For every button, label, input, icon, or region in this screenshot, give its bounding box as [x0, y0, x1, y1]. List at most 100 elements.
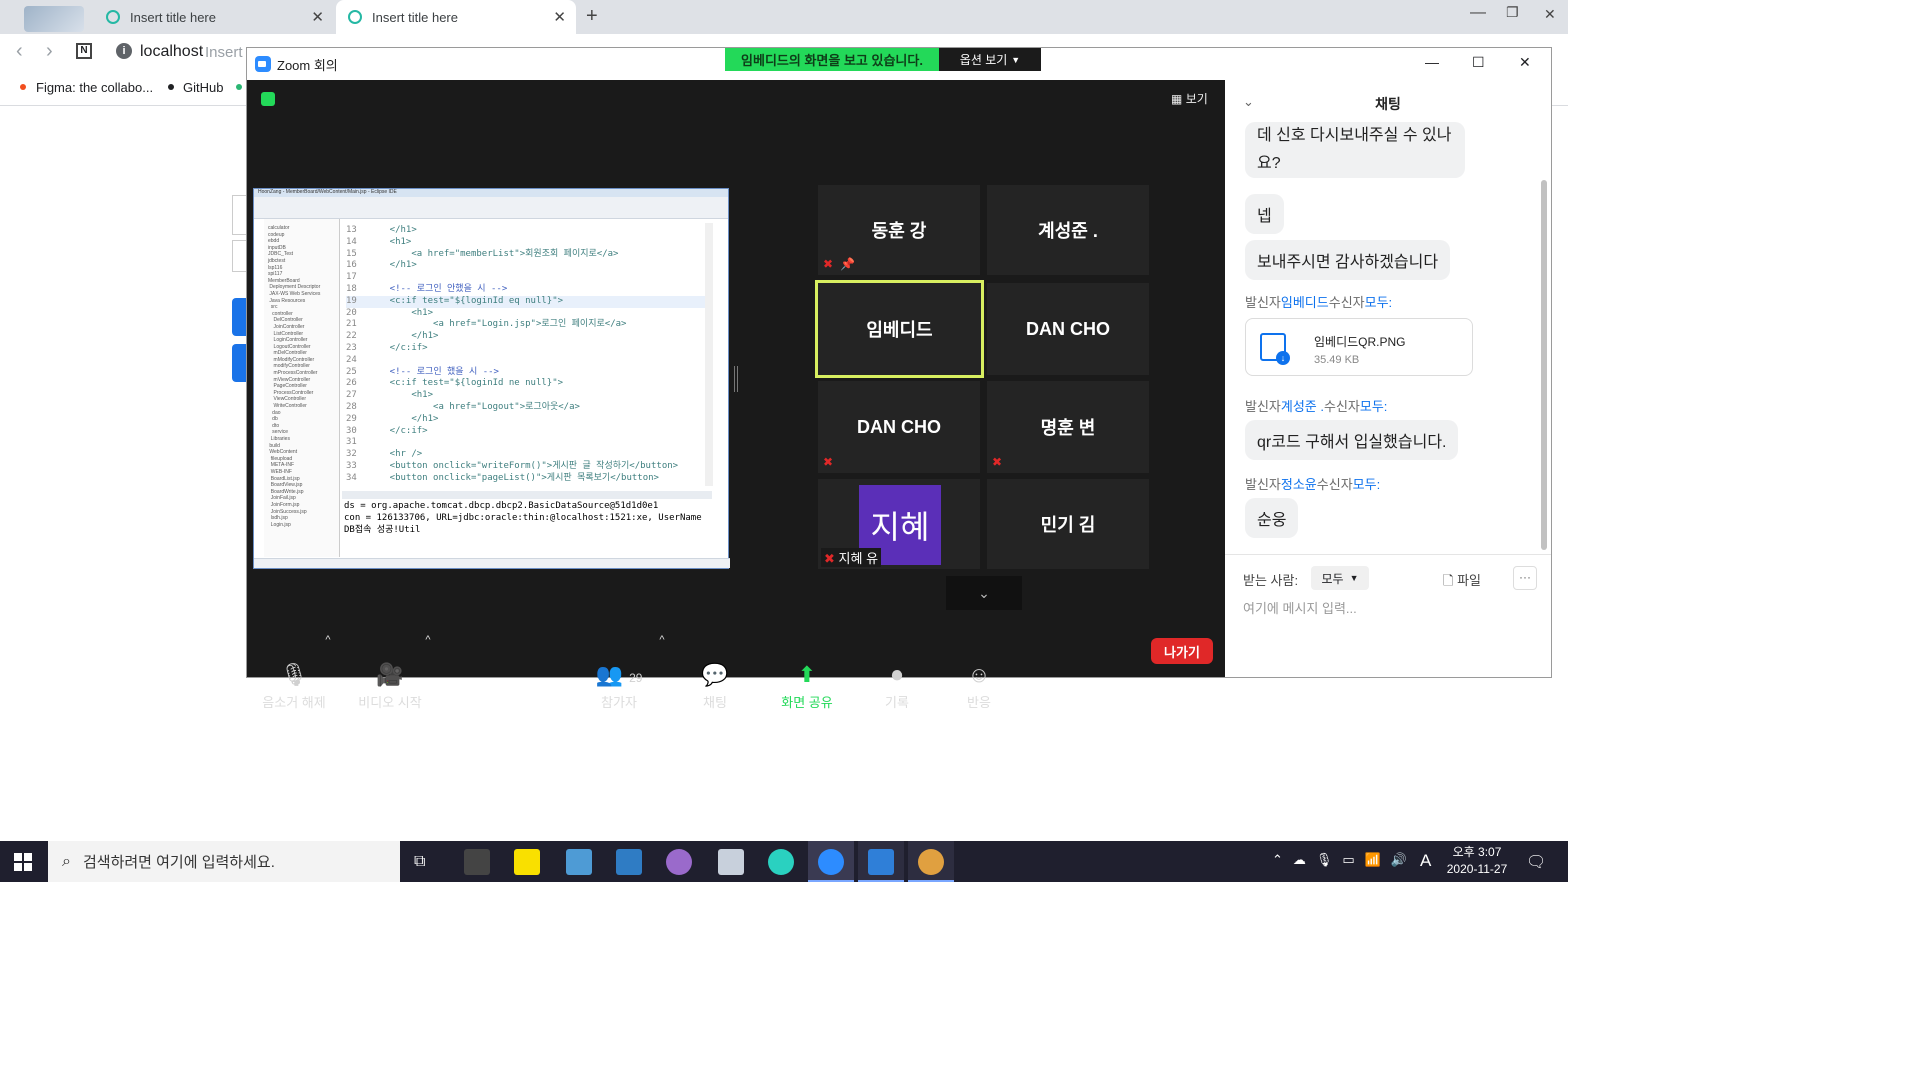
leave-button[interactable]: 나가기: [1151, 638, 1213, 664]
url-text[interactable]: localhost: [140, 43, 203, 61]
sender-name[interactable]: 정소윤: [1281, 477, 1317, 492]
view-options-button[interactable]: 옵션 보기 ▼: [939, 48, 1041, 71]
notion-icon[interactable]: N: [76, 43, 92, 59]
reactions-label: 반응: [967, 695, 991, 710]
file-button[interactable]: 🗋 파일: [1443, 570, 1481, 594]
record-button[interactable]: ⏺ 기록: [877, 662, 917, 711]
sender-prefix: 발신자: [1245, 295, 1281, 310]
taskbar-clock[interactable]: 오후 3:07 2020-11-27: [1440, 844, 1514, 878]
participants-options-caret[interactable]: ^: [655, 634, 669, 646]
eclipse-status-bar: [254, 558, 730, 568]
mic-muted-icon: 🎙: [280, 662, 308, 687]
restore-icon[interactable]: ❐: [1506, 4, 1519, 21]
notifications-icon[interactable]: 🗨: [1526, 852, 1546, 872]
zoom-taskbar-button[interactable]: [808, 841, 854, 882]
share-screen-icon: ⬆: [797, 662, 817, 687]
unmute-button[interactable]: 🎙 음소거 해제: [261, 662, 327, 711]
info-icon[interactable]: i: [116, 43, 132, 59]
recipient-name[interactable]: 모두:: [1365, 295, 1393, 310]
search-icon: ⌕: [62, 852, 71, 870]
participant-tile[interactable]: 동훈 강 ✖ 📌: [818, 185, 980, 275]
participant-tile[interactable]: 지혜 ✖ 지혜 유: [818, 479, 980, 569]
code-line: 34 <button onclick="pageList()">게시판 목록보기…: [346, 473, 708, 485]
app-icon[interactable]: [616, 849, 642, 875]
browser-tab-strip: Insert title here ✕ Insert title here ✕ …: [0, 0, 1568, 34]
taskbar-search-box[interactable]: ⌕ 검색하려면 여기에 입력하세요.: [48, 841, 400, 882]
new-tab-icon[interactable]: +: [586, 5, 598, 28]
forward-icon[interactable]: ›: [46, 40, 53, 63]
chat-button[interactable]: 💬 채팅: [695, 662, 735, 711]
eclipse-editor: 13 </h1> 14 <h1> 15 <a href="memberList">회…: [342, 223, 712, 486]
ime-indicator[interactable]: A: [1420, 851, 1431, 871]
participants-button[interactable]: 👥 29 참가자: [589, 662, 649, 711]
app-icon[interactable]: [718, 849, 744, 875]
view-button[interactable]: ▦ 보기: [1171, 90, 1208, 107]
line-number: 19: [346, 295, 357, 306]
video-options-caret[interactable]: ^: [421, 634, 435, 646]
paint-icon[interactable]: [666, 849, 692, 875]
chat-scrollbar[interactable]: [1541, 180, 1547, 550]
reactions-button[interactable]: ☺ 반응: [959, 662, 999, 711]
line-number: 33: [346, 460, 357, 471]
photos-taskbar-button[interactable]: [858, 841, 904, 882]
windows-start-icon[interactable]: [14, 853, 32, 871]
tab-close-icon[interactable]: ✕: [553, 8, 566, 26]
line-number: 28: [346, 401, 357, 412]
minimize-icon[interactable]: —: [1470, 4, 1486, 22]
tab-1[interactable]: Insert title here ✕: [94, 0, 334, 34]
tab-close-icon[interactable]: ✕: [311, 8, 324, 26]
line-text: </c:if>: [368, 425, 428, 436]
taskbar-search-placeholder: 검색하려면 여기에 입력하세요.: [82, 854, 275, 871]
app-icon[interactable]: [566, 849, 592, 875]
close-icon[interactable]: ✕: [1544, 6, 1556, 23]
code-line: 27 <h1>: [346, 390, 708, 402]
back-icon[interactable]: ‹: [16, 40, 23, 63]
participant-tile[interactable]: 계성준 .: [987, 185, 1149, 275]
app-icon[interactable]: [768, 849, 794, 875]
recipient-name[interactable]: 모두:: [1360, 399, 1388, 414]
bookmark-github[interactable]: GitHub: [183, 80, 223, 95]
line-text: <c:if test="${loginId ne null}">: [368, 378, 564, 389]
sender-name[interactable]: 계성준 .: [1281, 399, 1324, 414]
line-number: 29: [346, 413, 357, 424]
participant-tile[interactable]: 민기 김: [987, 479, 1149, 569]
page-input-box: [232, 195, 246, 235]
participant-tile[interactable]: DAN CHO: [987, 283, 1149, 375]
bookmark-icon: [236, 84, 242, 90]
record-icon: ⏺: [891, 662, 903, 687]
encryption-shield-icon[interactable]: [261, 92, 275, 106]
zoom-close-icon[interactable]: ✕: [1519, 54, 1531, 71]
share-screen-button[interactable]: ⬆ 화면 공유: [777, 662, 837, 711]
kakaotalk-icon[interactable]: [514, 849, 540, 875]
send-to-dropdown[interactable]: 모두 ▼: [1311, 566, 1369, 590]
code-line: 20 <h1>: [346, 308, 708, 320]
code-line: 24: [346, 355, 708, 367]
bookmark-figma[interactable]: Figma: the collabo...: [36, 80, 153, 95]
system-tray-icons[interactable]: ⌃☁🎙▭📶🔊: [1272, 852, 1417, 868]
tab-2-active[interactable]: Insert title here ✕: [336, 0, 576, 34]
participant-tile-active-speaker[interactable]: 임베디드: [815, 280, 984, 378]
file-icon: 🗋: [1443, 573, 1454, 588]
more-options-icon[interactable]: ···: [1513, 566, 1537, 590]
start-video-button[interactable]: 🎥 비디오 시작: [357, 662, 423, 711]
audio-options-caret[interactable]: ^: [321, 634, 335, 646]
recipient-name[interactable]: 모두:: [1353, 477, 1381, 492]
zoom-minimize-icon[interactable]: —: [1425, 54, 1439, 70]
scroll-down-button[interactable]: ⌄: [946, 576, 1022, 610]
participant-tile[interactable]: 명훈 변 ✖: [987, 381, 1149, 473]
sender-name[interactable]: 임베디드: [1281, 295, 1329, 310]
task-view-icon[interactable]: ⧉: [414, 853, 425, 871]
participant-tile[interactable]: DAN CHO ✖: [818, 381, 980, 473]
chat-message-input[interactable]: 여기에 메시지 입력...: [1243, 598, 1533, 617]
chat-label: 채팅: [703, 695, 727, 710]
share-screen-label: 화면 공유: [781, 695, 833, 710]
file-attachment-card[interactable]: ↓ 임베디드QR.PNG 35.49 KB: [1245, 318, 1473, 376]
line-number: 20: [346, 307, 357, 318]
eclipse-taskbar-button[interactable]: [908, 841, 954, 882]
download-icon[interactable]: ↓: [1276, 351, 1290, 365]
zoom-maximize-icon[interactable]: ☐: [1472, 54, 1485, 71]
line-text: <a href="Logout">로그아웃</a>: [368, 401, 580, 412]
store-icon[interactable]: [464, 849, 490, 875]
splitter-handle[interactable]: [734, 366, 738, 392]
chat-icon: 💬: [701, 662, 729, 687]
